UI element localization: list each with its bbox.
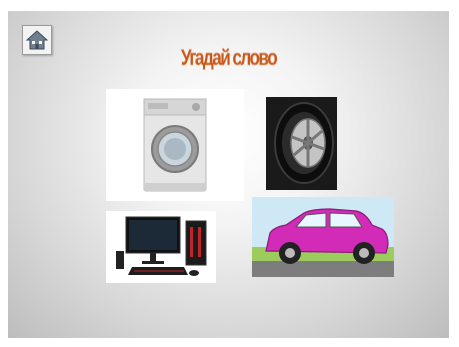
computer-card[interactable] bbox=[106, 211, 216, 283]
slide: Угадай слово bbox=[8, 11, 449, 338]
computer-image bbox=[116, 216, 207, 276]
tire-card[interactable] bbox=[266, 97, 337, 190]
page-title: Угадай слово bbox=[180, 45, 278, 70]
tire-image bbox=[266, 97, 337, 190]
car-card[interactable] bbox=[252, 197, 394, 277]
washing-machine-image bbox=[143, 98, 207, 192]
washing-machine-card[interactable] bbox=[106, 89, 244, 201]
car-image bbox=[252, 197, 394, 277]
home-icon bbox=[26, 30, 48, 50]
home-button[interactable] bbox=[22, 25, 52, 55]
